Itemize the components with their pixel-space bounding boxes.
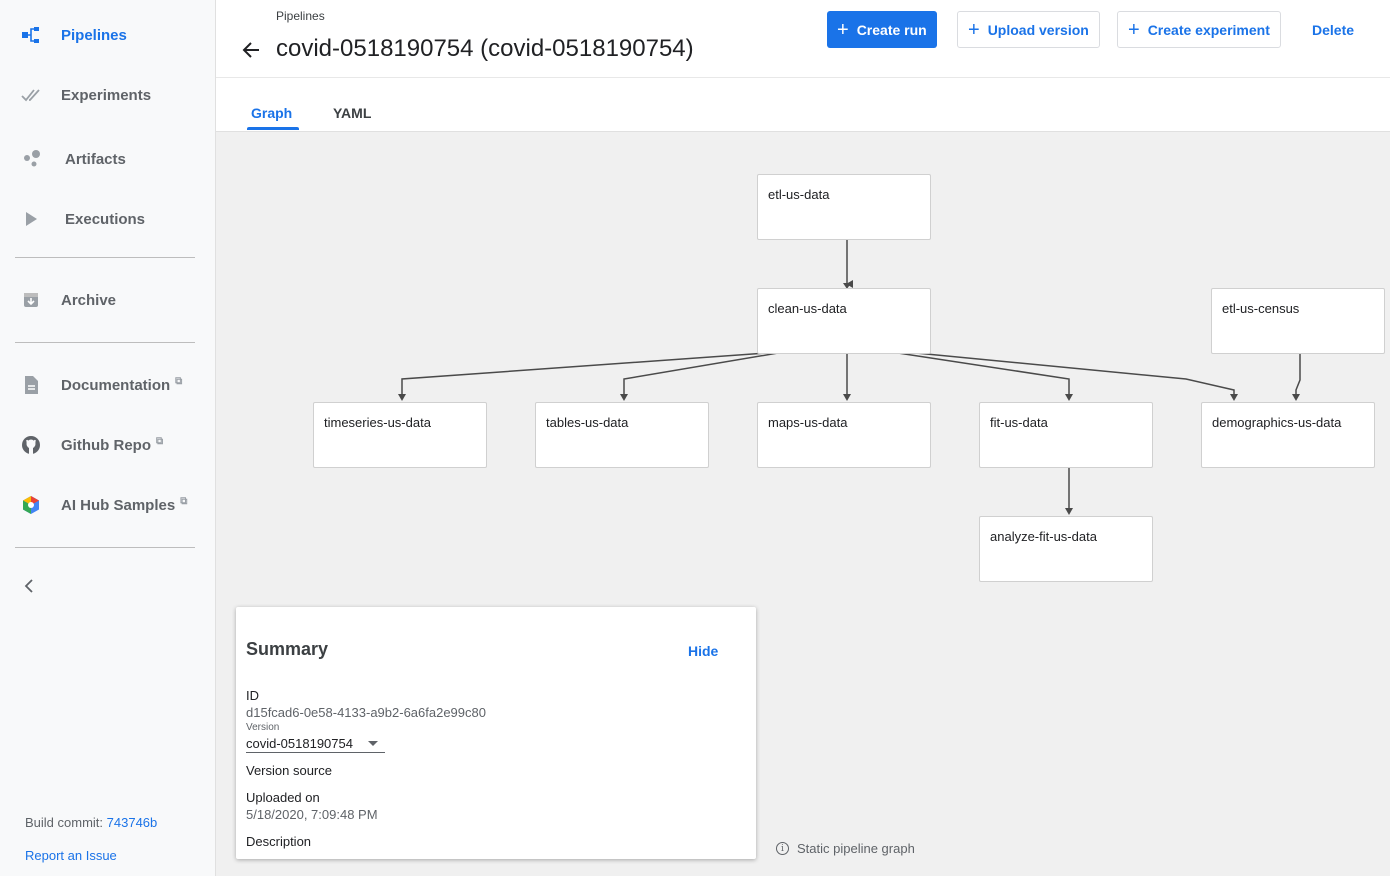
sidebar-item-ai-hub[interactable]: AI Hub Samples ⧉ xyxy=(0,483,215,527)
tab-yaml[interactable]: YAML xyxy=(333,105,371,121)
summary-title: Summary xyxy=(246,639,329,659)
create-experiment-button[interactable]: + Create experiment xyxy=(1117,11,1281,48)
sidebar-item-label: Archive xyxy=(61,291,117,309)
sidebar-item-label: Executions xyxy=(65,210,146,228)
edge-clean-to-tables xyxy=(623,352,779,398)
sidebar-item-artifacts[interactable]: Artifacts xyxy=(0,137,215,181)
id-value: d15fcad6-0e58-4133-a9b2-6a6fa2e99c80 xyxy=(246,705,486,720)
node-etl-us-census[interactable]: etl-us-census xyxy=(1211,288,1385,354)
report-issue-link[interactable]: Report an Issue xyxy=(25,848,117,863)
active-tab-indicator xyxy=(247,127,299,130)
version-select[interactable]: covid-0518190754 xyxy=(246,736,385,753)
node-analyze-fit-us-data[interactable]: analyze-fit-us-data xyxy=(979,516,1153,582)
build-commit-link[interactable]: 743746b xyxy=(107,815,158,830)
github-icon xyxy=(20,434,42,456)
artifacts-icon xyxy=(20,148,42,170)
description-label: Description xyxy=(246,834,312,849)
tab-graph[interactable]: Graph xyxy=(251,105,292,121)
hide-summary-button[interactable]: Hide xyxy=(688,643,718,659)
summary-panel: Summary Hide ID d15fcad6-0e58-4133-a9b2-… xyxy=(236,607,756,859)
uploaded-on-label: Uploaded on xyxy=(246,790,320,805)
sidebar-item-label: Pipelines xyxy=(61,26,127,44)
create-run-button[interactable]: + Create run xyxy=(827,11,937,48)
node-etl-us-data[interactable]: etl-us-data xyxy=(757,174,931,240)
node-timeseries-us-data[interactable]: timeseries-us-data xyxy=(313,402,487,468)
external-link-icon: ⧉ xyxy=(156,436,164,447)
page-header: Pipelines covid-0518190754 (covid-051819… xyxy=(216,0,1390,78)
document-icon xyxy=(20,374,42,396)
edge-clean-to-timeseries xyxy=(401,352,767,398)
version-label: Version xyxy=(246,722,280,733)
sidebar-item-label: AI Hub Samples ⧉ xyxy=(61,496,188,514)
delete-button[interactable]: Delete xyxy=(1302,11,1364,48)
back-arrow-icon[interactable] xyxy=(240,39,264,63)
node-demographics-us-data[interactable]: demographics-us-data xyxy=(1201,402,1375,468)
report-issue: Report an Issue xyxy=(25,848,117,863)
id-label: ID xyxy=(246,688,259,703)
breadcrumb[interactable]: Pipelines xyxy=(276,9,325,23)
divider xyxy=(15,257,195,258)
plus-icon: + xyxy=(968,18,980,41)
plus-icon: + xyxy=(837,18,849,41)
archive-icon xyxy=(20,289,42,311)
sidebar-item-pipelines[interactable]: Pipelines xyxy=(0,13,215,57)
ai-hub-icon xyxy=(20,494,42,516)
divider xyxy=(15,547,195,548)
build-commit: Build commit: 743746b xyxy=(25,815,158,830)
dropdown-arrow-icon xyxy=(368,741,378,746)
external-link-icon: ⧉ xyxy=(180,496,188,507)
sidebar-item-github[interactable]: Github Repo ⧉ xyxy=(0,423,215,467)
upload-version-button[interactable]: + Upload version xyxy=(957,11,1100,48)
executions-icon xyxy=(20,208,42,230)
divider xyxy=(15,342,195,343)
sidebar-item-label: Documentation ⧉ xyxy=(61,376,183,394)
sidebar-item-documentation[interactable]: Documentation ⧉ xyxy=(0,363,215,407)
sidebar-item-label: Github Repo ⧉ xyxy=(61,436,164,454)
node-clean-us-data[interactable]: clean-us-data xyxy=(757,288,931,354)
sidebar: Pipelines Experiments Artifacts Executio… xyxy=(0,0,216,876)
sidebar-item-label: Artifacts xyxy=(65,150,126,168)
plus-icon: + xyxy=(1128,18,1140,41)
pipelines-icon xyxy=(20,24,42,46)
uploaded-on-value: 5/18/2020, 7:09:48 PM xyxy=(246,807,378,822)
tab-bar: Graph YAML xyxy=(216,78,1390,132)
experiments-icon xyxy=(20,84,42,106)
sidebar-item-experiments[interactable]: Experiments xyxy=(0,73,215,117)
chevron-left-icon[interactable] xyxy=(20,576,40,596)
node-tables-us-data[interactable]: tables-us-data xyxy=(535,402,709,468)
version-source-label: Version source xyxy=(246,763,332,778)
sidebar-item-label: Experiments xyxy=(61,86,152,104)
static-graph-note: i Static pipeline graph xyxy=(776,841,915,856)
page-title: covid-0518190754 (covid-0518190754) xyxy=(276,35,694,62)
node-fit-us-data[interactable]: fit-us-data xyxy=(979,402,1153,468)
sidebar-item-archive[interactable]: Archive xyxy=(0,278,215,322)
node-maps-us-data[interactable]: maps-us-data xyxy=(757,402,931,468)
external-link-icon: ⧉ xyxy=(175,376,183,387)
edge-census-to-demographics xyxy=(1295,354,1301,398)
info-icon: i xyxy=(776,842,789,855)
sidebar-item-executions[interactable]: Executions xyxy=(0,197,215,241)
edge-clean-to-demographics xyxy=(915,352,1235,398)
